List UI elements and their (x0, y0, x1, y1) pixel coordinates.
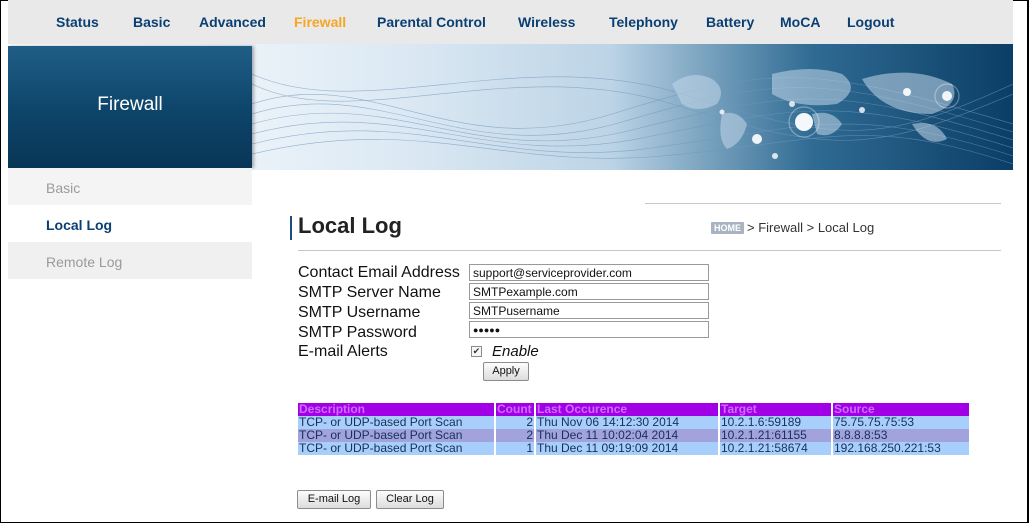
world-map-graphic (252, 69, 1013, 165)
breadcrumb-trail: > Firewall > (747, 220, 818, 235)
header-divider-top (645, 203, 1001, 204)
sidebar-item-basic[interactable]: Basic (8, 168, 252, 205)
breadcrumb-current: Local Log (817, 220, 875, 235)
cell-last-occurence: Thu Dec 11 09:19:09 2014 (535, 442, 720, 455)
nav-telephony[interactable]: Telephony (609, 14, 678, 30)
cell-target: 10.2.1.21:58674 (719, 442, 833, 455)
top-nav: Status Basic Advanced Firewall Parental … (8, 0, 1013, 45)
apply-button[interactable]: Apply (483, 362, 529, 381)
local-log-table: Description Count Last Occurence Target … (298, 403, 971, 455)
cell-count: 1 (495, 442, 536, 455)
smtp-username-input[interactable] (469, 302, 709, 319)
table-row: TCP- or UDP-based Port Scan 1 Thu Dec 11… (298, 442, 971, 455)
nav-status[interactable]: Status (56, 14, 99, 30)
nav-wireless[interactable]: Wireless (518, 14, 575, 30)
email-alerts-label: E-mail Alerts (298, 343, 388, 360)
nav-moca[interactable]: MoCA (780, 14, 820, 30)
cell-source: 192.168.250.221:53 (832, 442, 971, 455)
email-log-button[interactable]: E-mail Log (297, 490, 371, 509)
contact-email-input[interactable] (469, 264, 709, 281)
smtp-username-label: SMTP Username (298, 304, 421, 321)
header-divider-bottom (298, 250, 1001, 251)
nav-firewall[interactable]: Firewall (294, 14, 346, 30)
nav-battery[interactable]: Battery (706, 14, 754, 30)
cell-description: TCP- or UDP-based Port Scan (298, 442, 496, 455)
page-title: Local Log (298, 213, 402, 238)
title-accent-bar (290, 216, 292, 240)
smtp-server-input[interactable] (469, 283, 709, 300)
smtp-server-label: SMTP Server Name (298, 284, 441, 301)
nav-logout[interactable]: Logout (847, 14, 894, 30)
nav-parental-control[interactable]: Parental Control (377, 14, 486, 30)
sidebar-item-remote-log[interactable]: Remote Log (8, 242, 252, 279)
header-banner: Firewall (8, 44, 1013, 170)
section-title-box: Firewall (8, 46, 252, 168)
enable-label: Enable (492, 343, 539, 360)
smtp-password-input[interactable] (469, 321, 709, 338)
nav-advanced[interactable]: Advanced (199, 14, 266, 30)
contact-email-label: Contact Email Address (298, 264, 460, 281)
breadcrumb: HOME > Firewall > Local Log (711, 220, 874, 235)
nav-basic[interactable]: Basic (133, 14, 170, 30)
clear-log-button[interactable]: Clear Log (376, 490, 444, 509)
enable-checkbox[interactable]: ✔ (471, 346, 482, 357)
sidebar-item-local-log[interactable]: Local Log (8, 205, 252, 242)
section-title: Firewall (97, 94, 163, 115)
home-icon[interactable]: HOME (711, 222, 744, 234)
smtp-password-label: SMTP Password (298, 324, 417, 341)
